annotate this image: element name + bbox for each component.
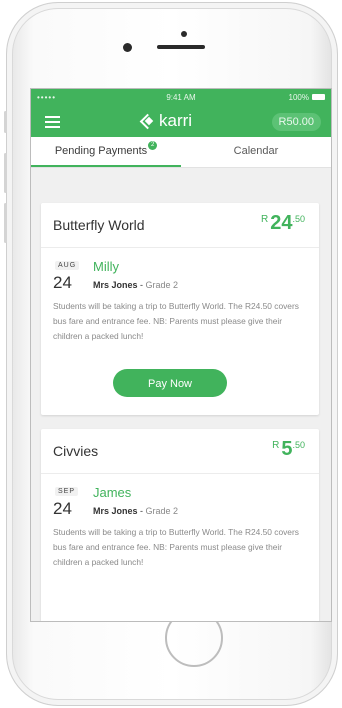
amount-cents: .50 [292,214,305,224]
tab-calendar[interactable]: Calendar [181,137,331,167]
card-divider [41,473,319,474]
payment-amount: R 24.50 [261,212,305,235]
payment-description: Students will be taking a trip to Butter… [53,301,299,341]
teacher-name: Mrs Jones [93,506,138,516]
grade-label: Grade 2 [145,506,179,516]
battery-percent: 100% [288,93,309,102]
phone-screen: ••••• 9:41 AM 100% karri R50.00 Pending … [30,88,332,622]
volume-down-button [4,203,7,243]
grade-label: Grade 2 [145,280,179,290]
payment-title: Butterfly World [53,217,145,233]
amount-whole: 5 [281,438,293,460]
teacher-name: Mrs Jones [93,280,138,290]
teacher-grade: Mrs Jones - Grade 2 [93,280,179,290]
payment-card: Butterfly World R 24.50 AUG 24 Milly Mrs … [41,203,319,415]
battery-icon [312,94,325,100]
tab-pending-payments[interactable]: Pending Payments 2 [31,137,181,167]
mute-switch [4,111,7,133]
status-time: 9:41 AM [166,93,196,102]
app-logo: karri [141,111,192,131]
card-divider [41,247,319,248]
front-camera [123,43,132,52]
amount-currency: R [272,440,280,451]
child-name: James [93,485,132,500]
amount-currency: R [261,214,269,225]
proximity-sensor [181,31,187,37]
payment-card: Civvies R 5.50 SEP 24 James Mrs Jones - G… [41,429,319,621]
tab-calendar-label: Calendar [233,145,279,157]
volume-up-button [4,153,7,193]
tab-bar: Pending Payments 2 Calendar [31,137,331,168]
date-month: AUG [55,261,80,270]
amount-whole: 24 [270,212,293,234]
date-month: SEP [55,487,79,496]
tab-pending-payments-label: Pending Payments [54,145,148,157]
earpiece-speaker [157,45,205,49]
karri-logo-icon [141,114,155,128]
menu-icon[interactable] [45,116,60,128]
teacher-grade: Mrs Jones - Grade 2 [93,506,179,516]
pay-now-button[interactable]: Pay Now [113,369,227,397]
amount-cents: .50 [292,440,305,450]
date-day: 24 [53,499,72,518]
date-day: 24 [53,273,72,292]
child-name: Milly [93,259,119,274]
status-bar: ••••• 9:41 AM 100% [31,89,331,107]
payment-title: Civvies [53,443,99,459]
app-name: karri [159,111,193,130]
payment-description: Students will be taking a trip to Butter… [53,527,299,567]
app-header: karri R50.00 [31,107,331,137]
pending-count-badge: 2 [148,141,158,150]
balance-pill[interactable]: R50.00 [271,113,321,131]
payment-amount: R 5.50 [272,438,305,461]
